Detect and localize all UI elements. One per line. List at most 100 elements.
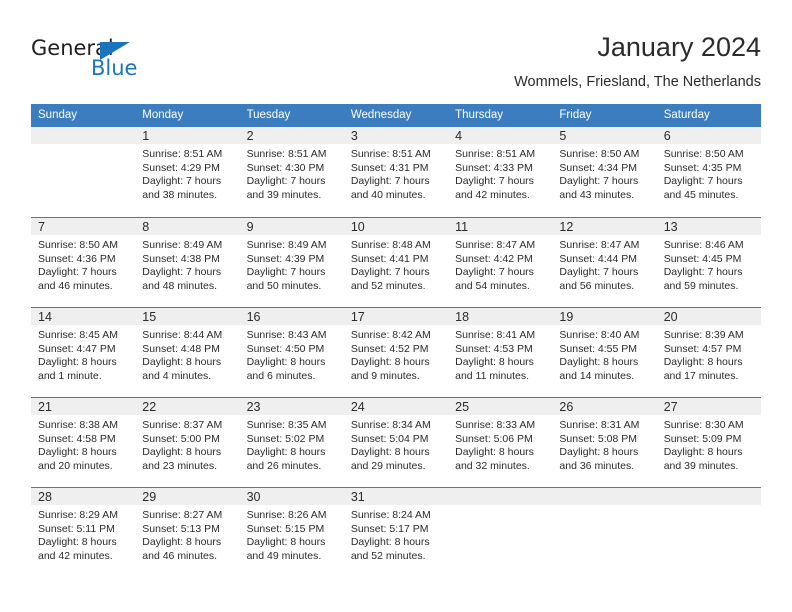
daylight-text-line1: Daylight: 7 hours [246,266,326,279]
day-number: 22 [135,398,240,415]
day-number: 9 [239,218,344,235]
day-details: Sunrise: 8:50 AM Sunset: 4:34 PM Dayligh… [552,144,656,202]
calendar-day-cell[interactable]: 9 Sunrise: 8:49 AM Sunset: 4:39 PM Dayli… [239,217,344,307]
calendar-day-cell[interactable]: 22 Sunrise: 8:37 AM Sunset: 5:00 PM Dayl… [135,397,240,487]
daylight-text-line2: and 42 minutes. [38,549,113,562]
calendar-day-cell[interactable]: 5 Sunrise: 8:50 AM Sunset: 4:34 PM Dayli… [552,127,657,217]
daylight-text-line1: Daylight: 7 hours [559,266,639,279]
weekday-header-monday: Monday [135,104,240,127]
calendar-day-cell[interactable] [448,487,553,577]
calendar-day-cell[interactable]: 17 Sunrise: 8:42 AM Sunset: 4:52 PM Dayl… [343,307,449,397]
calendar-day-cell[interactable]: 14 Sunrise: 8:45 AM Sunset: 4:47 PM Dayl… [31,307,136,397]
calendar-day-cell[interactable]: 28 Sunrise: 8:29 AM Sunset: 5:11 PM Dayl… [31,487,136,577]
sunrise-text: Sunrise: 8:33 AM [455,419,536,431]
day-details: Sunrise: 8:50 AM Sunset: 4:35 PM Dayligh… [657,144,761,202]
sunset-text: Sunset: 5:15 PM [246,522,325,535]
daylight-text-line1: Daylight: 8 hours [663,356,743,369]
calendar-day-cell[interactable]: 21 Sunrise: 8:38 AM Sunset: 4:58 PM Dayl… [31,397,136,487]
sunset-text: Sunset: 5:17 PM [350,522,429,535]
day-number: 18 [448,308,553,325]
calendar-day-cell[interactable]: 31 Sunrise: 8:24 AM Sunset: 5:17 PM Dayl… [343,487,449,577]
daylight-text-line1: Daylight: 7 hours [559,175,639,188]
calendar-day-cell[interactable]: 27 Sunrise: 8:30 AM Sunset: 5:09 PM Dayl… [656,397,761,487]
sunrise-text: Sunrise: 8:48 AM [350,239,431,251]
day-details: Sunrise: 8:49 AM Sunset: 4:39 PM Dayligh… [240,235,344,293]
sunrise-text: Sunrise: 8:45 AM [38,329,118,341]
day-cell-inner: 29 Sunrise: 8:27 AM Sunset: 5:13 PM Dayl… [135,487,240,577]
calendar-day-cell[interactable]: 3 Sunrise: 8:51 AM Sunset: 4:31 PM Dayli… [343,127,449,217]
calendar-day-cell[interactable]: 20 Sunrise: 8:39 AM Sunset: 4:57 PM Dayl… [656,307,761,397]
daylight-text-line2: and 11 minutes. [455,369,530,382]
calendar-day-cell[interactable] [31,127,136,217]
day-cell-inner: 26 Sunrise: 8:31 AM Sunset: 5:08 PM Dayl… [552,397,657,487]
day-number: 10 [343,218,449,235]
calendar-day-cell[interactable]: 7 Sunrise: 8:50 AM Sunset: 4:36 PM Dayli… [31,217,136,307]
day-cell-inner: 18 Sunrise: 8:41 AM Sunset: 4:53 PM Dayl… [448,307,553,397]
daylight-text-line2: and 40 minutes. [350,188,426,201]
day-cell-inner: 20 Sunrise: 8:39 AM Sunset: 4:57 PM Dayl… [656,307,761,397]
calendar-day-cell[interactable]: 19 Sunrise: 8:40 AM Sunset: 4:55 PM Dayl… [552,307,657,397]
day-number: 5 [552,127,657,144]
day-number: 27 [656,398,761,415]
page-title: January 2024 [597,32,761,62]
calendar-day-cell[interactable]: 18 Sunrise: 8:41 AM Sunset: 4:53 PM Dayl… [448,307,553,397]
day-number: 26 [552,398,657,415]
day-details: Sunrise: 8:35 AM Sunset: 5:02 PM Dayligh… [240,415,344,473]
day-cell-inner: 31 Sunrise: 8:24 AM Sunset: 5:17 PM Dayl… [343,487,449,577]
sunrise-text: Sunrise: 8:35 AM [246,419,327,431]
day-cell-inner: 13 Sunrise: 8:46 AM Sunset: 4:45 PM Dayl… [656,217,761,307]
calendar-day-cell[interactable]: 26 Sunrise: 8:31 AM Sunset: 5:08 PM Dayl… [552,397,657,487]
day-number: 20 [656,308,761,325]
sunrise-text: Sunrise: 8:47 AM [559,239,640,251]
day-cell-inner: 27 Sunrise: 8:30 AM Sunset: 5:09 PM Dayl… [656,397,761,487]
sunrise-text: Sunrise: 8:41 AM [455,329,536,341]
sunset-text: Sunset: 4:50 PM [246,342,325,355]
weekday-header-wednesday: Wednesday [343,104,449,127]
day-cell-inner: 10 Sunrise: 8:48 AM Sunset: 4:41 PM Dayl… [343,217,449,307]
day-cell-inner: 24 Sunrise: 8:34 AM Sunset: 5:04 PM Dayl… [343,397,449,487]
sunset-text: Sunset: 5:09 PM [663,432,742,445]
daylight-text-line2: and 32 minutes. [455,459,530,472]
calendar-day-cell[interactable]: 4 Sunrise: 8:51 AM Sunset: 4:33 PM Dayli… [448,127,553,217]
sunset-text: Sunset: 5:02 PM [246,432,325,445]
day-cell-inner: 5 Sunrise: 8:50 AM Sunset: 4:34 PM Dayli… [552,127,657,217]
daylight-text-line1: Daylight: 8 hours [455,356,534,369]
calendar-day-cell[interactable]: 24 Sunrise: 8:34 AM Sunset: 5:04 PM Dayl… [343,397,449,487]
day-cell-inner: 3 Sunrise: 8:51 AM Sunset: 4:31 PM Dayli… [343,127,449,217]
daylight-text-line2: and 50 minutes. [246,279,322,292]
location-subtitle: Wommels, Friesland, The Netherlands [514,74,761,90]
calendar-day-cell[interactable]: 13 Sunrise: 8:46 AM Sunset: 4:45 PM Dayl… [656,217,761,307]
calendar-day-cell[interactable]: 11 Sunrise: 8:47 AM Sunset: 4:42 PM Dayl… [448,217,553,307]
calendar-day-cell[interactable]: 30 Sunrise: 8:26 AM Sunset: 5:15 PM Dayl… [239,487,344,577]
calendar-day-cell[interactable]: 15 Sunrise: 8:44 AM Sunset: 4:48 PM Dayl… [135,307,240,397]
daylight-text-line2: and 48 minutes. [142,279,217,292]
calendar-day-cell[interactable]: 10 Sunrise: 8:48 AM Sunset: 4:41 PM Dayl… [343,217,449,307]
day-details: Sunrise: 8:46 AM Sunset: 4:45 PM Dayligh… [657,235,761,293]
day-details: Sunrise: 8:51 AM Sunset: 4:30 PM Dayligh… [240,144,344,202]
calendar-day-cell[interactable]: 2 Sunrise: 8:51 AM Sunset: 4:30 PM Dayli… [239,127,344,217]
calendar-day-cell[interactable]: 12 Sunrise: 8:47 AM Sunset: 4:44 PM Dayl… [552,217,657,307]
day-details: Sunrise: 8:24 AM Sunset: 5:17 PM Dayligh… [344,505,448,563]
calendar-day-cell[interactable]: 6 Sunrise: 8:50 AM Sunset: 4:35 PM Dayli… [656,127,761,217]
calendar-day-cell[interactable] [552,487,657,577]
day-number: 29 [135,488,240,505]
calendar-day-cell[interactable]: 29 Sunrise: 8:27 AM Sunset: 5:13 PM Dayl… [135,487,240,577]
day-number: 23 [239,398,344,415]
day-number: 16 [239,308,344,325]
calendar-day-cell[interactable]: 23 Sunrise: 8:35 AM Sunset: 5:02 PM Dayl… [239,397,344,487]
calendar-day-cell[interactable] [656,487,761,577]
day-details: Sunrise: 8:33 AM Sunset: 5:06 PM Dayligh… [448,415,552,473]
day-details: Sunrise: 8:45 AM Sunset: 4:47 PM Dayligh… [31,325,135,383]
calendar-day-cell[interactable]: 8 Sunrise: 8:49 AM Sunset: 4:38 PM Dayli… [135,217,240,307]
calendar-day-cell[interactable]: 1 Sunrise: 8:51 AM Sunset: 4:29 PM Dayli… [135,127,240,217]
daylight-text-line1: Daylight: 8 hours [142,356,222,369]
sunrise-text: Sunrise: 8:40 AM [559,329,640,341]
sunset-text: Sunset: 4:47 PM [38,342,116,355]
daylight-text-line2: and 38 minutes. [142,188,217,201]
day-cell-inner: 9 Sunrise: 8:49 AM Sunset: 4:39 PM Dayli… [239,217,344,307]
daylight-text-line1: Daylight: 7 hours [350,175,430,188]
sunrise-text: Sunrise: 8:51 AM [350,148,431,160]
day-cell-inner: 16 Sunrise: 8:43 AM Sunset: 4:50 PM Dayl… [239,307,344,397]
calendar-day-cell[interactable]: 16 Sunrise: 8:43 AM Sunset: 4:50 PM Dayl… [239,307,344,397]
calendar-day-cell[interactable]: 25 Sunrise: 8:33 AM Sunset: 5:06 PM Dayl… [448,397,553,487]
